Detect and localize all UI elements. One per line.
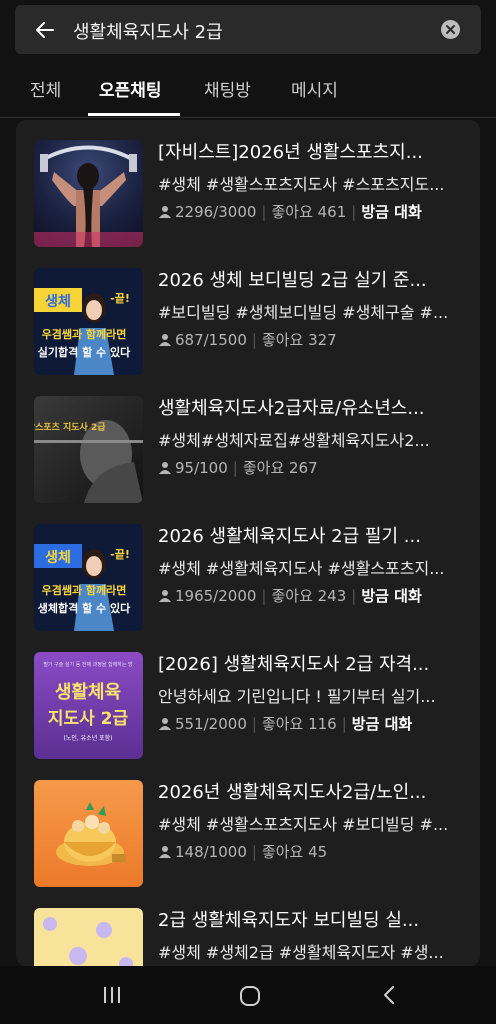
person-icon	[159, 845, 171, 858]
chat-tags: #생체 #생활체육지도사 #생활스포츠지...	[158, 559, 445, 578]
person-icon	[159, 717, 171, 730]
divider	[0, 117, 496, 118]
thumb-text: 생체	[45, 550, 71, 566]
recent-apps-icon[interactable]	[102, 985, 122, 1005]
divider: |	[251, 842, 257, 861]
chat-thumbnail: 생체 -끝! 우겸쌤과 함께라면 실기합격 할 수 있다	[34, 268, 143, 375]
chat-meta: 551/2000 | 좋아요 116 | 방금 대화	[158, 713, 412, 734]
chat-title: [자비스트]2026년 생활스포츠지...	[158, 142, 423, 163]
list-item[interactable]: [자비스트]2026년 생활스포츠지... #생체 #생활스포츠지도사 #스포츠…	[16, 120, 480, 248]
clear-search-icon[interactable]	[441, 20, 460, 39]
chat-title: 2026 생활체육지도사 2급 필기 ...	[158, 526, 421, 547]
divider: |	[261, 202, 267, 221]
person-icon	[159, 205, 171, 218]
thumb-text: 생활체육	[55, 682, 121, 703]
member-count: 687/1500	[175, 330, 247, 349]
thumb-text: (노인, 유소년 포함)	[63, 734, 112, 742]
member-count: 95/100	[175, 458, 228, 477]
member-count: 2296/3000	[175, 202, 257, 221]
chat-tags: 안녕하세요 기린입니다 ! 필기부터 실기...	[158, 687, 436, 706]
chat-tags: #생체 #생체2급 #생활체육지도자 #생...	[158, 943, 444, 962]
list-item[interactable]: 생체 -끝! 우겸쌤과 함께라면 생체합격 할 수 있다 2026 생활체육지도…	[16, 504, 480, 632]
chat-meta: 95/100 | 좋아요 267	[158, 457, 318, 478]
system-navigation-bar	[0, 966, 496, 1024]
chat-tags: #생체 #생활스포츠지도사 #보디빌딩 #...	[158, 815, 449, 834]
member-count: 148/1000	[175, 842, 247, 861]
tab-messages[interactable]: 메시지	[291, 76, 338, 101]
like-count: 좋아요 45	[261, 843, 328, 861]
list-item[interactable]: 2026년 생활체육지도사2급/노인... #생체 #생활스포츠지도사 #보디빌…	[16, 760, 480, 888]
thumb-text: 지도사 2급	[48, 709, 129, 729]
activity-status: 방금 대화	[361, 587, 422, 605]
activity-status: 방금 대화	[361, 203, 422, 221]
thumb-text: 우겸쌤과 함께라면	[42, 583, 127, 597]
thumb-text: 우겸쌤과 함께라면	[42, 327, 127, 341]
divider: |	[232, 458, 238, 477]
chat-tags: #생체 #생활스포츠지도사 #스포츠지도...	[158, 175, 445, 194]
thumb-text: -끝!	[110, 548, 130, 561]
chat-thumbnail	[34, 908, 143, 966]
back-icon[interactable]	[380, 985, 400, 1005]
list-item[interactable]: 생체 -끝! 우겸쌤과 함께라면 실기합격 할 수 있다 2026 생체 보디빌…	[16, 248, 480, 376]
chat-title: 생활체육지도사2급자료/유소년스...	[158, 398, 425, 419]
divider: |	[251, 714, 257, 733]
divider: |	[251, 330, 257, 349]
chat-title: 2026년 생활체육지도사2급/노인...	[158, 782, 427, 803]
like-count: 좋아요 243	[271, 587, 347, 605]
chat-meta: 687/1500 | 좋아요 327	[158, 329, 337, 350]
tab-bar: 전체 오픈채팅 채팅방 메시지	[0, 60, 496, 118]
search-input[interactable]: 생활체육지도사 2급	[73, 18, 223, 44]
open-chat-results-list: [자비스트]2026년 생활스포츠지... #생체 #생활스포츠지도사 #스포츠…	[16, 120, 480, 966]
thumb-text: 생체	[45, 294, 71, 310]
person-icon	[159, 461, 171, 474]
like-count: 좋아요 327	[261, 331, 337, 349]
chat-meta: 1965/2000 | 좋아요 243 | 방금 대화	[158, 585, 422, 606]
chat-tags: #생체#생체자료집#생활체육지도사2...	[158, 431, 430, 450]
divider: |	[351, 586, 357, 605]
thumb-text: 실기합격 할 수 있다	[38, 345, 131, 359]
chat-thumbnail	[34, 780, 143, 887]
like-count: 좋아요 267	[242, 459, 318, 477]
like-count: 좋아요 116	[261, 715, 337, 733]
arrow-back-icon[interactable]	[33, 18, 57, 42]
chat-title: 2026 생체 보디빌딩 2급 실기 준...	[158, 270, 427, 291]
thumb-text: 생체합격 할 수 있다	[38, 601, 131, 615]
thumb-text: 필기 구술 실기 등 전체 과정을 함께하는 방	[43, 661, 133, 668]
activity-status: 방금 대화	[351, 715, 413, 733]
divider: |	[351, 202, 357, 221]
member-count: 551/2000	[175, 714, 247, 733]
chat-thumbnail: 생체 -끝! 우겸쌤과 함께라면 생체합격 할 수 있다	[34, 524, 143, 631]
divider: |	[261, 586, 267, 605]
chat-meta: 148/1000 | 좋아요 45	[158, 841, 327, 862]
chat-title: 2급 생활체육지도자 보디빌딩 실...	[158, 910, 420, 931]
chat-thumbnail	[34, 140, 143, 247]
like-count: 좋아요 461	[271, 203, 347, 221]
tab-chat-rooms[interactable]: 채팅방	[204, 76, 251, 101]
thumb-text: 생활스포츠 지도사 2급	[34, 421, 106, 433]
tab-open-chat[interactable]: 오픈채팅	[99, 76, 162, 101]
home-icon[interactable]	[239, 985, 261, 1007]
chat-title: [2026] 생활체육지도사 2급 자격...	[158, 654, 430, 675]
chat-thumbnail: 필기 구술 실기 등 전체 과정을 함께하는 방 생활체육 지도사 2급 (노인…	[34, 652, 143, 759]
list-item[interactable]: 2급 생활체육지도자 보디빌딩 실... #생체 #생체2급 #생활체육지도자 …	[16, 888, 480, 966]
person-icon	[159, 333, 171, 346]
person-icon	[159, 589, 171, 602]
list-item[interactable]: 필기 구술 실기 등 전체 과정을 함께하는 방 생활체육 지도사 2급 (노인…	[16, 632, 480, 760]
thumb-text: -끝!	[110, 292, 130, 305]
active-tab-indicator	[88, 113, 180, 116]
divider: |	[341, 714, 347, 733]
chat-tags: #보디빌딩 #생체보디빌딩 #생체구술 #...	[158, 303, 449, 322]
list-item[interactable]: 생활스포츠 지도사 2급 생활체육지도사2급자료/유소년스... #생체#생체자…	[16, 376, 480, 504]
member-count: 1965/2000	[175, 586, 257, 605]
chat-meta: 2296/3000 | 좋아요 461 | 방금 대화	[158, 201, 422, 222]
tab-all[interactable]: 전체	[30, 76, 61, 101]
chat-thumbnail: 생활스포츠 지도사 2급	[34, 396, 143, 503]
search-bar[interactable]: 생활체육지도사 2급	[15, 5, 481, 54]
